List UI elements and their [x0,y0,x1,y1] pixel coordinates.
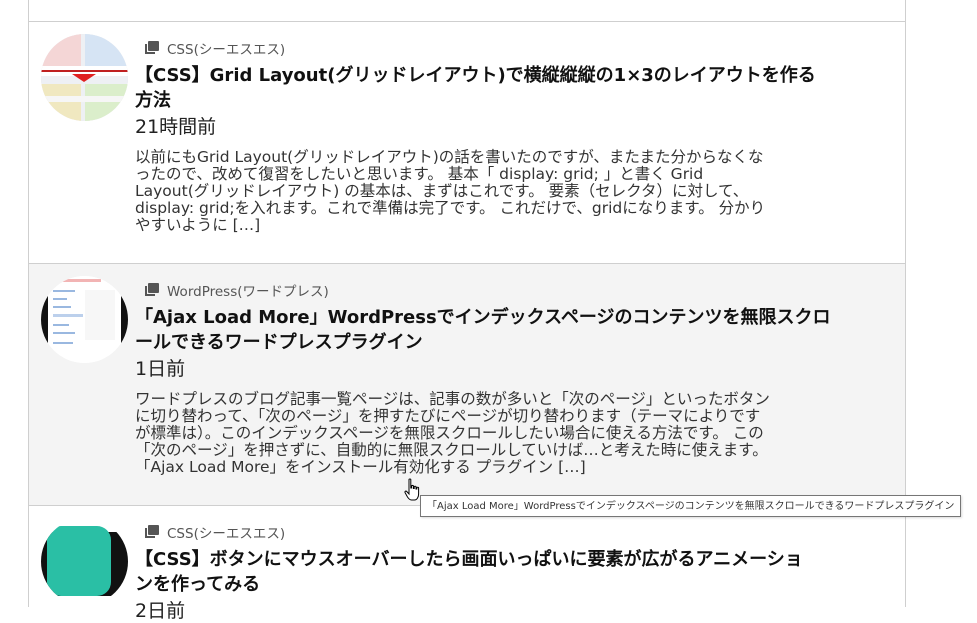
post-date: 21時間前 [135,116,217,138]
category-folder-icon [145,41,159,55]
title-line[interactable]: ールできるワードプレスプラグイン [135,330,895,355]
plugin-screenshot-thumbnail-image [41,276,128,363]
post-card[interactable]: CSS(シーエスエス) 【CSS】ボタンにマウスオーバーしたら画面いっぱいに要素… [29,506,905,622]
button-animation-thumbnail-image [41,518,128,605]
grid-layout-thumbnail-image [41,34,128,121]
category-folder-icon [145,525,159,539]
post-title-link[interactable]: 「Ajax Load More」WordPressでインデックスページのコンテン… [135,305,895,355]
post-title-link[interactable]: 【CSS】Grid Layout(グリッドレイアウト)で横縦縦縦の1×3のレイア… [135,63,895,113]
post-thumbnail[interactable] [41,276,128,363]
excerpt-line: やすいように […] [135,216,261,234]
post-card[interactable]: CSS(シーエスエス) 【CSS】Grid Layout(グリッドレイアウト)で… [29,22,905,264]
title-line[interactable]: 【CSS】ボタンにマウスオーバーしたら画面いっぱいに要素が広がるアニメーショ [135,547,895,572]
post-date: 1日前 [135,358,186,380]
post-excerpt: 以前にもGrid Layout(グリッドレイアウト)の話を書いたのですが、またま… [135,149,883,234]
title-line[interactable]: 【CSS】Grid Layout(グリッドレイアウト)で横縦縦縦の1×3のレイア… [135,63,895,88]
title-line[interactable]: 「Ajax Load More」WordPressでインデックスページのコンテン… [135,305,895,330]
excerpt-line: ワードプレスのブログ記事一覧ページは、記事の数が多いと「次のページ」といったボタ… [135,390,770,408]
category-label[interactable]: CSS(シーエスエス) [167,522,285,542]
title-line[interactable]: 方法 [135,88,895,113]
post-card[interactable]: WordPress(ワードプレス) 「Ajax Load More」WordPr… [29,264,905,506]
excerpt-line: 「Ajax Load More」をインストール有効化する プラグイン […] [135,458,586,476]
post-thumbnail[interactable] [41,518,128,605]
post-date: 2日前 [135,600,186,622]
post-thumbnail[interactable] [41,34,128,121]
excerpt-line: ったので、改めて復習をしたいと思います。 基本「 display: grid; … [135,165,704,183]
link-tooltip: 「Ajax Load More」WordPressでインデックスページのコンテン… [420,495,962,517]
post-category[interactable]: CSS(シーエスエス) [145,522,285,542]
title-line[interactable]: ンを作ってみる [135,572,895,597]
post-excerpt: ワードプレスのブログ記事一覧ページは、記事の数が多いと「次のページ」といったボタ… [135,391,883,476]
post-title-link[interactable]: 【CSS】ボタンにマウスオーバーしたら画面いっぱいに要素が広がるアニメーショ ン… [135,547,895,597]
excerpt-line: Layout(グリッドレイアウト) の基本は、まずはこれです。 要素（セレクタ）… [135,182,749,200]
category-label[interactable]: CSS(シーエスエス) [167,38,285,58]
post-category[interactable]: CSS(シーエスエス) [145,38,285,58]
excerpt-line: に切り替わって、「次のページ」を押すたびにページが切り替わります（テーマによりで… [135,407,761,425]
excerpt-line: display: grid;を入れます。これで準備は完了です。 これだけで、gr… [135,199,766,217]
category-label[interactable]: WordPress(ワードプレス) [167,280,329,300]
excerpt-line: 以前にもGrid Layout(グリッドレイアウト)の話を書いたのですが、またま… [135,148,764,166]
excerpt-line: が標準は）。このインデックスページを無限スクロールしたい場合に使える方法です。 … [135,424,764,442]
excerpt-line: 「次のページ」を押さずに、自動的に無限スクロールしていけば…と考えた時に使えます… [135,441,768,459]
post-category[interactable]: WordPress(ワードプレス) [145,280,329,300]
category-folder-icon [145,283,159,297]
